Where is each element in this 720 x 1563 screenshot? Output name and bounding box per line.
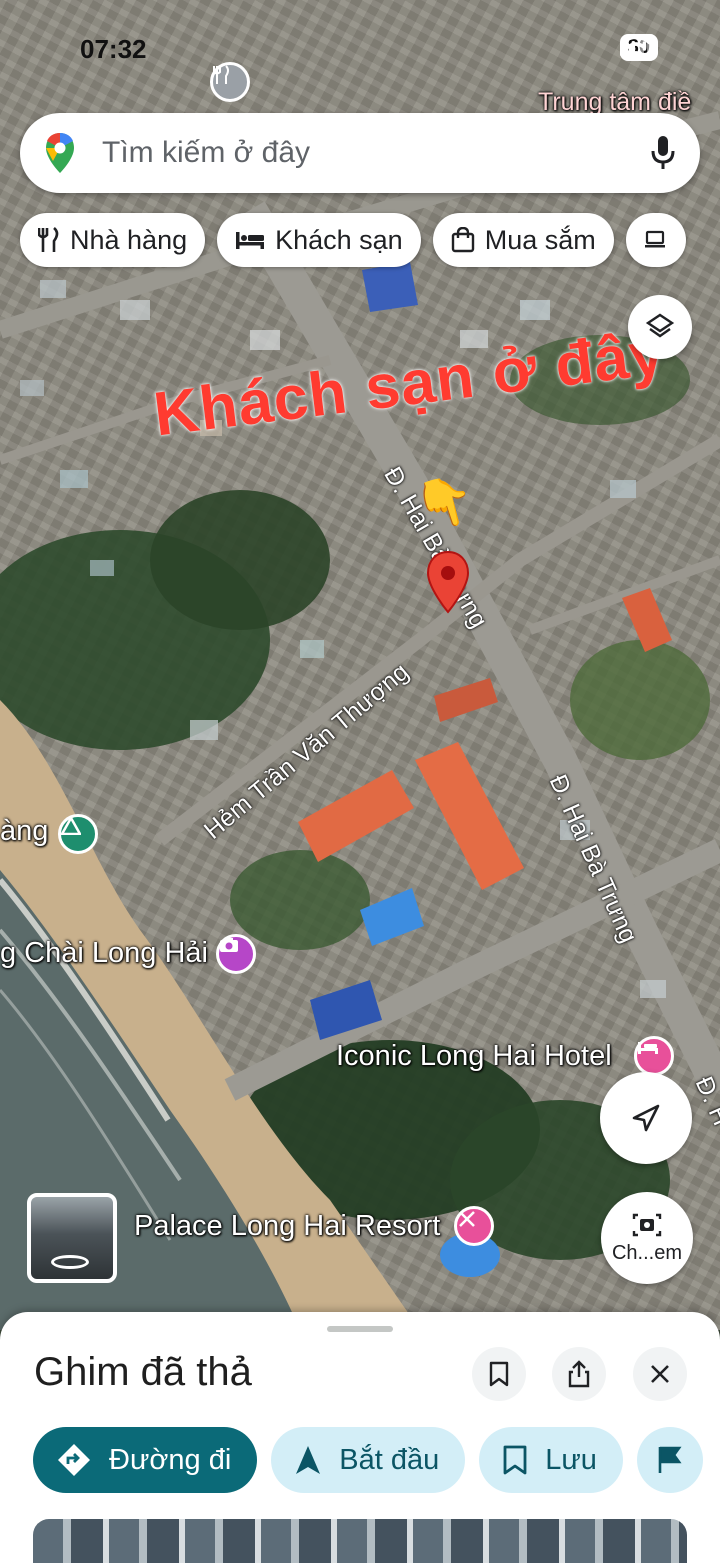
- save-label: Lưu: [545, 1443, 597, 1476]
- directions-button[interactable]: Đường đi: [33, 1427, 258, 1493]
- chip-shopping[interactable]: Mua sắm: [432, 213, 614, 267]
- close-button[interactable]: [633, 1347, 687, 1401]
- camera-button-label: Ch...em: [611, 1241, 683, 1264]
- category-chips: Nhà hàng Khách sạn Mua sắm: [20, 213, 686, 267]
- label-palace-resort[interactable]: Palace Long Hai Resort: [134, 1210, 440, 1243]
- restaurant-poi-icon[interactable]: [210, 62, 250, 102]
- navigation-arrow-icon: [632, 1104, 660, 1132]
- chip-more[interactable]: [625, 213, 686, 267]
- chip-label: Nhà hàng: [70, 224, 188, 255]
- chip-label: Mua sắm: [484, 224, 596, 255]
- laptop-icon: [644, 230, 665, 248]
- share-button[interactable]: [552, 1347, 606, 1401]
- bookmark-icon: [489, 1361, 509, 1387]
- search-input[interactable]: Tìm kiếm ở đây: [102, 136, 650, 170]
- directions-label: Đường đi: [109, 1443, 232, 1476]
- more-actions-button[interactable]: [636, 1427, 703, 1493]
- close-icon: [651, 1365, 669, 1383]
- navigation-arrow-icon: [296, 1446, 321, 1474]
- layers-button[interactable]: [628, 295, 692, 359]
- camera-search-button[interactable]: Ch...em: [601, 1192, 693, 1284]
- bottom-sheet[interactable]: Ghim đã thả Đường đi Bắt đầu Lưu: [0, 1312, 720, 1563]
- chip-restaurants[interactable]: Nhà hàng: [20, 213, 206, 267]
- shopping-bag-icon: [451, 227, 474, 253]
- camera-icon: [632, 1213, 662, 1236]
- bookmark-icon: [503, 1445, 527, 1475]
- action-buttons: Đường đi Bắt đầu Lưu: [33, 1427, 703, 1493]
- label-iconic-hotel[interactable]: Iconic Long Hai Hotel: [336, 1040, 612, 1073]
- directions-icon: [58, 1444, 90, 1476]
- hotel-poi-icon[interactable]: [634, 1036, 674, 1076]
- save-button[interactable]: Lưu: [479, 1427, 623, 1493]
- flag-icon: [658, 1446, 682, 1473]
- start-label: Bắt đầu: [339, 1443, 440, 1476]
- chip-hotels[interactable]: Khách sạn: [217, 213, 421, 267]
- start-button[interactable]: Bắt đầu: [271, 1427, 466, 1493]
- save-icon-button[interactable]: [472, 1347, 526, 1401]
- fork-knife-icon: [38, 227, 59, 252]
- microphone-icon[interactable]: [650, 135, 676, 171]
- wifi-icon: [620, 35, 651, 57]
- chip-label: Khách sạn: [275, 224, 403, 255]
- camera-poi-icon[interactable]: [216, 934, 256, 974]
- my-location-button[interactable]: [600, 1072, 692, 1164]
- street-view-thumbnail[interactable]: [27, 1193, 117, 1283]
- bed-icon: [236, 232, 265, 249]
- park-icon[interactable]: [58, 814, 98, 854]
- share-icon: [568, 1360, 590, 1388]
- label-cho-chai[interactable]: g Chài Long Hải: [0, 937, 208, 970]
- status-time: 07:32: [80, 34, 147, 64]
- resort-poi-icon[interactable]: [454, 1206, 494, 1246]
- street-view-rotate-icon: [51, 1255, 89, 1269]
- search-bar[interactable]: Tìm kiếm ở đây: [20, 113, 700, 193]
- place-photo-preview[interactable]: [33, 1519, 687, 1563]
- layers-icon: [645, 313, 675, 338]
- google-maps-logo-icon: [46, 133, 74, 173]
- label-hang[interactable]: àng: [0, 815, 48, 848]
- drag-handle[interactable]: [327, 1326, 393, 1332]
- sheet-title: Ghim đã thả: [34, 1350, 252, 1394]
- status-indicators: 80: [619, 34, 658, 61]
